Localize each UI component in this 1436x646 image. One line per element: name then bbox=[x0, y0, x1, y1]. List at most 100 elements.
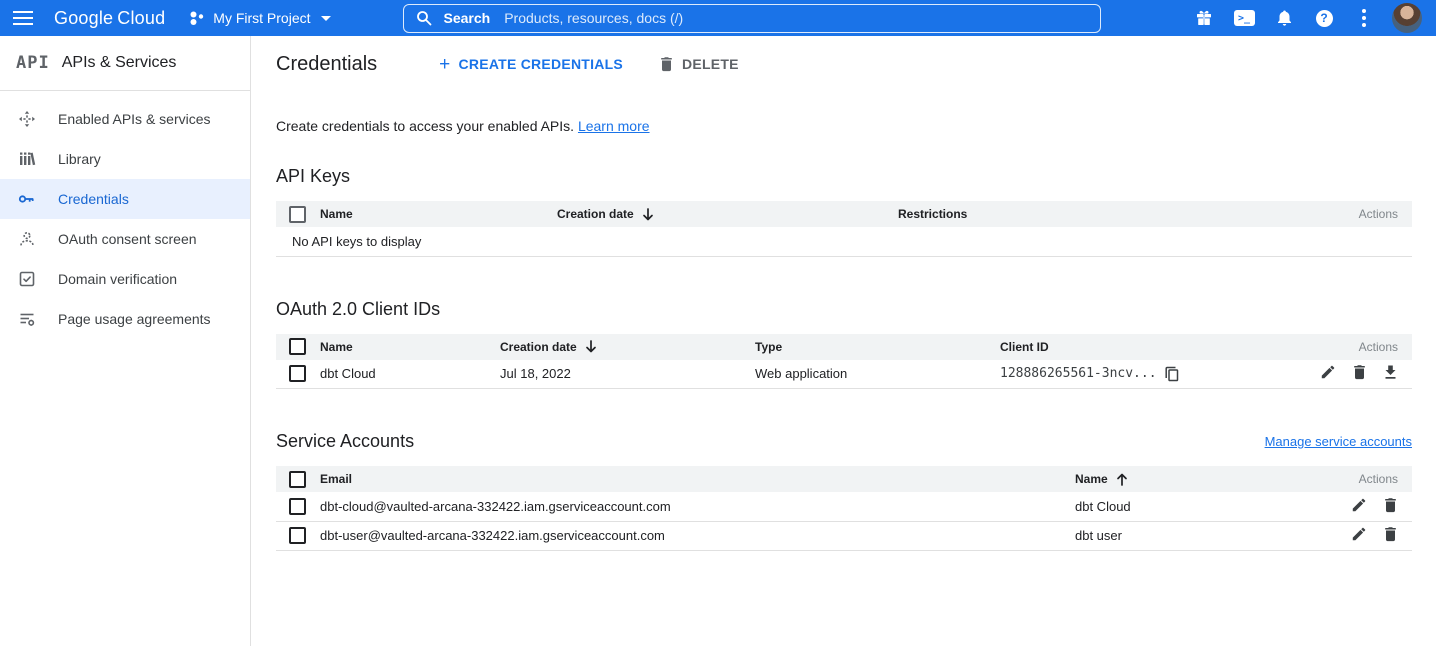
column-header-name[interactable]: Name bbox=[1075, 472, 1129, 487]
api-keys-table: Name Creation date Restrictions Actions bbox=[276, 201, 1412, 257]
copy-icon[interactable] bbox=[1165, 366, 1179, 382]
help-glyph: ? bbox=[1316, 10, 1333, 27]
page-title: Credentials bbox=[276, 53, 377, 76]
oauth-header-row: Name Creation date Type Client ID Action… bbox=[276, 334, 1412, 360]
search-placeholder: Products, resources, docs (/) bbox=[504, 10, 683, 26]
row-checkbox[interactable] bbox=[289, 498, 306, 515]
sidebar-item-credentials[interactable]: Credentials bbox=[0, 179, 250, 219]
service-account-name: dbt Cloud bbox=[1075, 499, 1131, 514]
edit-icon[interactable] bbox=[1351, 497, 1367, 513]
sidebar-nav: Enabled APIs & services Library Credenti… bbox=[0, 91, 250, 339]
delete-label: DELETE bbox=[682, 56, 739, 72]
notifications-icon[interactable] bbox=[1264, 0, 1304, 36]
select-all-checkbox[interactable] bbox=[289, 338, 306, 355]
more-options-icon[interactable] bbox=[1344, 0, 1384, 36]
api-logo-icon: API bbox=[16, 53, 50, 73]
sidebar-item-oauth-consent[interactable]: OAuth consent screen bbox=[0, 219, 250, 259]
intro-text: Create credentials to access your enable… bbox=[276, 118, 1412, 134]
intro-sentence: Create credentials to access your enable… bbox=[276, 118, 574, 134]
project-selector[interactable]: My First Project bbox=[189, 10, 330, 26]
trash-icon bbox=[659, 56, 674, 72]
column-header-creation-date[interactable]: Creation date bbox=[557, 207, 655, 222]
api-keys-header-row: Name Creation date Restrictions Actions bbox=[276, 201, 1412, 227]
oauth-client-id-value: 128886265561-3ncv... bbox=[1000, 366, 1157, 381]
sidebar-item-library[interactable]: Library bbox=[0, 139, 250, 179]
column-header-actions: Actions bbox=[1359, 340, 1398, 354]
chevron-down-icon bbox=[321, 16, 331, 21]
sidebar-item-label: Domain verification bbox=[58, 271, 177, 287]
service-accounts-table: Email Name Actions dbt-cloud@vault bbox=[276, 466, 1412, 551]
download-icon[interactable] bbox=[1383, 364, 1398, 380]
edit-icon[interactable] bbox=[1351, 526, 1367, 542]
oauth-clients-table: Name Creation date Type Client ID Action… bbox=[276, 334, 1412, 390]
sidebar-item-domain-verification[interactable]: Domain verification bbox=[0, 259, 250, 299]
plus-icon: + bbox=[439, 55, 450, 74]
sidebar-item-enabled-apis[interactable]: Enabled APIs & services bbox=[0, 99, 250, 139]
domain-verification-icon bbox=[18, 270, 36, 288]
service-accounts-header-row: Email Name Actions bbox=[276, 466, 1412, 492]
page-header: Credentials + CREATE CREDENTIALS DELETE bbox=[276, 36, 1412, 92]
oauth-client-creation-date: Jul 18, 2022 bbox=[500, 366, 571, 381]
sidebar-header: API APIs & Services bbox=[0, 36, 250, 91]
sidebar: API APIs & Services Enabled APIs & servi… bbox=[0, 36, 251, 646]
topbar-actions: >_ ? bbox=[1184, 0, 1436, 36]
edit-icon[interactable] bbox=[1320, 364, 1336, 380]
brand-google: Google bbox=[54, 8, 113, 28]
oauth-client-name: dbt Cloud bbox=[320, 366, 376, 381]
create-credentials-label: CREATE CREDENTIALS bbox=[459, 56, 623, 72]
service-account-row: dbt-cloud@vaulted-arcana-332422.iam.gser… bbox=[276, 492, 1412, 521]
sort-ascending-icon bbox=[1115, 472, 1129, 487]
oauth-client-type: Web application bbox=[755, 366, 847, 381]
top-navigation-bar: GoogleCloud My First Project Search Prod… bbox=[0, 0, 1436, 36]
sidebar-item-label: Page usage agreements bbox=[58, 311, 211, 327]
service-account-row: dbt-user@vaulted-arcana-332422.iam.gserv… bbox=[276, 521, 1412, 550]
help-icon[interactable]: ? bbox=[1304, 0, 1344, 36]
service-account-email: dbt-cloud@vaulted-arcana-332422.iam.gser… bbox=[320, 499, 671, 514]
row-checkbox[interactable] bbox=[289, 527, 306, 544]
api-keys-empty-row: No API keys to display bbox=[276, 227, 1412, 256]
main-content: Credentials + CREATE CREDENTIALS DELETE … bbox=[251, 36, 1436, 646]
column-header-name[interactable]: Name bbox=[320, 340, 353, 354]
sidebar-title: APIs & Services bbox=[62, 54, 177, 72]
sort-descending-icon bbox=[641, 207, 655, 222]
page-usage-icon bbox=[18, 310, 36, 328]
api-keys-title: API Keys bbox=[276, 166, 1412, 187]
oauth-client-row: dbt Cloud Jul 18, 2022 Web application 1… bbox=[276, 360, 1412, 389]
cloud-shell-icon[interactable]: >_ bbox=[1224, 0, 1264, 36]
column-header-creation-date[interactable]: Creation date bbox=[500, 339, 598, 354]
service-account-name: dbt user bbox=[1075, 528, 1122, 543]
service-account-email: dbt-user@vaulted-arcana-332422.iam.gserv… bbox=[320, 528, 665, 543]
sort-descending-icon bbox=[584, 339, 598, 354]
library-icon bbox=[18, 150, 36, 168]
row-checkbox[interactable] bbox=[289, 365, 306, 382]
search-input[interactable]: Search Products, resources, docs (/) bbox=[403, 4, 1101, 33]
create-credentials-button[interactable]: + CREATE CREDENTIALS bbox=[439, 55, 623, 74]
empty-state-message: No API keys to display bbox=[292, 234, 421, 249]
enabled-apis-icon bbox=[18, 110, 36, 128]
service-accounts-title: Service Accounts bbox=[276, 431, 414, 452]
delete-row-icon[interactable] bbox=[1383, 497, 1398, 513]
user-avatar[interactable] bbox=[1392, 3, 1422, 33]
select-all-checkbox[interactable] bbox=[289, 471, 306, 488]
column-header-actions: Actions bbox=[1359, 207, 1398, 221]
more-dots bbox=[1362, 9, 1366, 27]
column-header-type: Type bbox=[755, 340, 782, 354]
learn-more-link[interactable]: Learn more bbox=[578, 118, 650, 134]
menu-icon[interactable] bbox=[0, 0, 46, 36]
gift-icon[interactable] bbox=[1184, 0, 1224, 36]
cloud-shell-glyph: >_ bbox=[1234, 10, 1255, 26]
sidebar-item-page-usage[interactable]: Page usage agreements bbox=[0, 299, 250, 339]
delete-row-icon[interactable] bbox=[1383, 526, 1398, 542]
brand-cloud: Cloud bbox=[117, 8, 165, 28]
column-header-name[interactable]: Name bbox=[320, 207, 353, 221]
delete-row-icon[interactable] bbox=[1352, 364, 1367, 380]
column-header-actions: Actions bbox=[1359, 472, 1398, 486]
sidebar-item-label: Enabled APIs & services bbox=[58, 111, 211, 127]
delete-button[interactable]: DELETE bbox=[659, 56, 739, 72]
search-icon bbox=[416, 10, 432, 26]
select-all-checkbox[interactable] bbox=[289, 206, 306, 223]
key-icon bbox=[18, 190, 36, 208]
manage-service-accounts-link[interactable]: Manage service accounts bbox=[1265, 434, 1412, 449]
project-icon bbox=[189, 10, 205, 26]
google-cloud-logo[interactable]: GoogleCloud bbox=[54, 8, 165, 29]
